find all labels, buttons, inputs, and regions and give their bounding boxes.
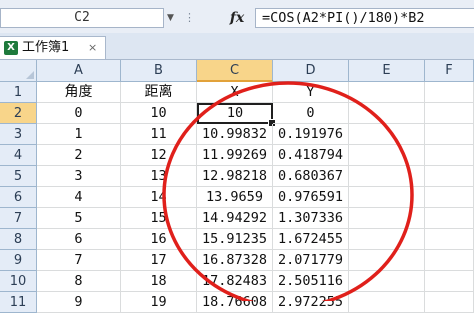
close-icon[interactable]: ×: [88, 41, 97, 55]
formula-input[interactable]: =COS(A2*PI()/180)*B2: [255, 8, 474, 28]
cell-f1[interactable]: [425, 82, 474, 103]
cell-b8[interactable]: 16: [121, 229, 197, 250]
cell-b7[interactable]: 15: [121, 208, 197, 229]
cell-b3[interactable]: 11: [121, 124, 197, 145]
cell-f3[interactable]: [425, 124, 474, 145]
spreadsheet-grid[interactable]: A B C D E F 1 角度 距离 X Y 2 0 10 10 0 3 1 11 10.99832 0.191976…: [0, 60, 474, 313]
cell-e6[interactable]: [349, 187, 425, 208]
cell-c1[interactable]: X: [197, 82, 273, 103]
cell-c3[interactable]: 10.99832: [197, 124, 273, 145]
cell-a11[interactable]: 9: [37, 292, 121, 313]
cell-b1[interactable]: 距离: [121, 82, 197, 103]
cell-d8[interactable]: 1.672455: [273, 229, 349, 250]
cell-f9[interactable]: [425, 250, 474, 271]
cell-b2[interactable]: 10: [121, 103, 197, 124]
row-header-9[interactable]: 9: [0, 250, 37, 271]
cell-b6[interactable]: 14: [121, 187, 197, 208]
cell-e8[interactable]: [349, 229, 425, 250]
cell-c10[interactable]: 17.82483: [197, 271, 273, 292]
column-header-c[interactable]: C: [197, 60, 273, 82]
cell-f7[interactable]: [425, 208, 474, 229]
cell-e11[interactable]: [349, 292, 425, 313]
name-box-dropdown-icon[interactable]: ▼: [166, 11, 175, 25]
cell-d1[interactable]: Y: [273, 82, 349, 103]
cell-a2[interactable]: 0: [37, 103, 121, 124]
row-header-3[interactable]: 3: [0, 124, 37, 145]
cell-e7[interactable]: [349, 208, 425, 229]
cell-e1[interactable]: [349, 82, 425, 103]
cell-e4[interactable]: [349, 145, 425, 166]
name-box[interactable]: C2: [0, 8, 164, 28]
cell-d11[interactable]: 2.972255: [273, 292, 349, 313]
cell-c7[interactable]: 14.94292: [197, 208, 273, 229]
cell-b9[interactable]: 17: [121, 250, 197, 271]
cell-f10[interactable]: [425, 271, 474, 292]
cell-a4[interactable]: 2: [37, 145, 121, 166]
column-header-d[interactable]: D: [273, 60, 349, 82]
row-header-7[interactable]: 7: [0, 208, 37, 229]
excel-icon: X: [4, 41, 18, 55]
column-header-e[interactable]: E: [349, 60, 425, 82]
cell-b10[interactable]: 18: [121, 271, 197, 292]
select-all-button[interactable]: [0, 60, 37, 82]
row-header-8[interactable]: 8: [0, 229, 37, 250]
cell-c5[interactable]: 12.98218: [197, 166, 273, 187]
cell-f11[interactable]: [425, 292, 474, 313]
cell-d6[interactable]: 0.976591: [273, 187, 349, 208]
row-header-2[interactable]: 2: [0, 103, 37, 124]
row-header-4[interactable]: 4: [0, 145, 37, 166]
workbook-tab-strip: X 工作簿1 ×: [0, 33, 474, 60]
cell-a1[interactable]: 角度: [37, 82, 121, 103]
cell-a3[interactable]: 1: [37, 124, 121, 145]
column-header-f[interactable]: F: [425, 60, 474, 82]
cell-a7[interactable]: 5: [37, 208, 121, 229]
row-header-10[interactable]: 10: [0, 271, 37, 292]
cell-e3[interactable]: [349, 124, 425, 145]
cell-b5[interactable]: 13: [121, 166, 197, 187]
column-header-a[interactable]: A: [37, 60, 121, 82]
cell-d5[interactable]: 0.680367: [273, 166, 349, 187]
cell-a5[interactable]: 3: [37, 166, 121, 187]
cell-d7[interactable]: 1.307336: [273, 208, 349, 229]
cell-a10[interactable]: 8: [37, 271, 121, 292]
cell-d2[interactable]: 0: [273, 103, 349, 124]
cell-d10[interactable]: 2.505116: [273, 271, 349, 292]
cell-f2[interactable]: [425, 103, 474, 124]
cell-f5[interactable]: [425, 166, 474, 187]
column-header-b[interactable]: B: [121, 60, 197, 82]
row-header-5[interactable]: 5: [0, 166, 37, 187]
cell-d4[interactable]: 0.418794: [273, 145, 349, 166]
formula-bar-grip-icon[interactable]: ⋮: [184, 10, 196, 26]
cell-d9[interactable]: 2.071779: [273, 250, 349, 271]
cell-f8[interactable]: [425, 229, 474, 250]
row-header-6[interactable]: 6: [0, 187, 37, 208]
row-header-11[interactable]: 11: [0, 292, 37, 313]
cell-f6[interactable]: [425, 187, 474, 208]
cell-c4[interactable]: 11.99269: [197, 145, 273, 166]
cell-a8[interactable]: 6: [37, 229, 121, 250]
formula-bar: C2 ▼ ⋮ fx =COS(A2*PI()/180)*B2: [0, 0, 474, 34]
cell-a9[interactable]: 7: [37, 250, 121, 271]
cell-c6[interactable]: 13.9659: [197, 187, 273, 208]
cell-e2[interactable]: [349, 103, 425, 124]
cell-c2[interactable]: 10: [197, 103, 273, 124]
workbook-title: 工作簿1: [22, 40, 70, 55]
cell-b11[interactable]: 19: [121, 292, 197, 313]
cell-e5[interactable]: [349, 166, 425, 187]
cell-e9[interactable]: [349, 250, 425, 271]
cell-c9[interactable]: 16.87328: [197, 250, 273, 271]
cell-f4[interactable]: [425, 145, 474, 166]
cell-e10[interactable]: [349, 271, 425, 292]
row-header-1[interactable]: 1: [0, 82, 37, 103]
cell-b4[interactable]: 12: [121, 145, 197, 166]
cell-d3[interactable]: 0.191976: [273, 124, 349, 145]
cell-c8[interactable]: 15.91235: [197, 229, 273, 250]
cell-a6[interactable]: 4: [37, 187, 121, 208]
workbook-tab[interactable]: X 工作簿1 ×: [0, 36, 106, 59]
cell-c11[interactable]: 18.76608: [197, 292, 273, 313]
insert-function-button[interactable]: fx: [226, 8, 248, 28]
